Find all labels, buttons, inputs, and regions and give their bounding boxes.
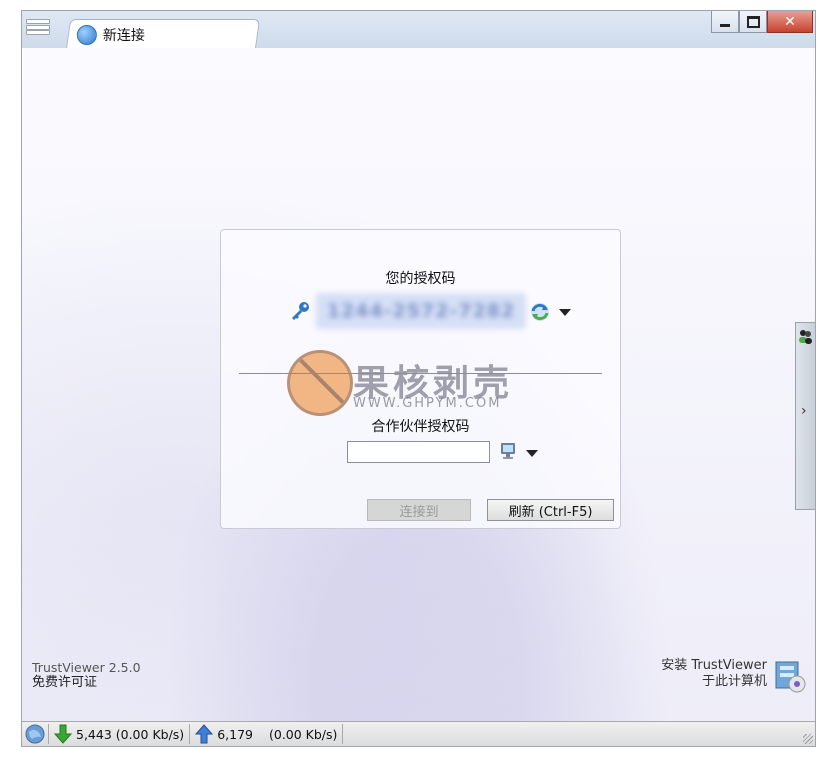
watermark: 果核剥壳 WWW.GHPYM.COM	[287, 350, 557, 420]
title-bar: 新连接 ✕	[22, 11, 815, 49]
menu-button[interactable]	[26, 17, 50, 37]
install-line-1: 安装 TrustViewer	[661, 658, 767, 673]
key-icon	[292, 302, 309, 320]
divider	[239, 373, 602, 374]
upload-stat: 6,179 (0.00 Kb/s)	[193, 724, 339, 744]
install-package-icon[interactable]	[773, 658, 807, 694]
close-button[interactable]: ✕	[767, 11, 813, 33]
version-info: TrustViewer 2.5.0 免费许可证	[32, 660, 141, 690]
status-separator	[342, 724, 344, 744]
minimize-button[interactable]	[711, 11, 739, 33]
connection-panel: 您的授权码 1244-2572-7282 果核剥壳 WWW.GHPYM.COM	[220, 229, 621, 529]
install-line-2: 于此计算机	[701, 674, 767, 689]
install-link[interactable]: 安装 TrustViewer 于此计算机	[661, 658, 767, 690]
minimize-icon	[720, 24, 730, 27]
license-label: 免费许可证	[32, 675, 98, 690]
menu-line	[26, 24, 50, 30]
auth-code-value: 1244-2572-7282	[316, 293, 526, 329]
download-stat: 5,443 (0.00 Kb/s)	[52, 724, 186, 744]
connect-button[interactable]: 连接到	[367, 499, 471, 521]
tab-new-connection[interactable]: 新连接	[65, 19, 261, 49]
maximize-button[interactable]	[739, 11, 767, 33]
tab-label: 新连接	[102, 27, 145, 44]
status-separator	[189, 724, 191, 744]
close-icon: ✕	[784, 13, 796, 30]
refresh-button[interactable]: 刷新 (Ctrl-F5)	[487, 499, 614, 521]
your-auth-code-label: 您的授权码	[385, 271, 456, 287]
window-controls: ✕	[711, 11, 813, 33]
chevron-right-icon: ›	[801, 403, 807, 419]
upload-count: 6,179	[217, 726, 253, 742]
contacts-icon	[799, 330, 812, 344]
partner-auth-code-label: 合作伙伴授权码	[371, 419, 470, 435]
computer-icon[interactable]	[499, 442, 517, 460]
refresh-icon[interactable]	[529, 301, 551, 323]
upload-arrow-icon	[195, 724, 214, 744]
status-separator	[48, 724, 49, 744]
upload-rate: (0.00 Kb/s)	[268, 726, 338, 742]
menu-line	[26, 19, 50, 24]
partner-dropdown-icon[interactable]	[526, 450, 538, 457]
download-value: 5,443 (0.00 Kb/s)	[76, 726, 185, 742]
watermark-logo	[287, 350, 353, 416]
download-arrow-icon	[54, 724, 72, 744]
watermark-url: WWW.GHPYM.COM	[353, 396, 502, 411]
auth-code-dropdown-icon[interactable]	[559, 309, 571, 316]
menu-line	[26, 30, 50, 35]
main-content: 您的授权码 1244-2572-7282 果核剥壳 WWW.GHPYM.COM	[22, 48, 815, 722]
version-label: TrustViewer 2.5.0	[32, 660, 141, 675]
partner-auth-code-input[interactable]	[347, 441, 490, 463]
maximize-icon	[746, 15, 760, 28]
side-panel-toggle[interactable]: ›	[795, 322, 815, 510]
globe-icon	[76, 24, 97, 45]
app-window: 新连接 ✕ 您的授权码 1244-2572-7282 果核剥壳 WWW.GHPY…	[21, 10, 816, 747]
network-globe-icon	[25, 724, 45, 744]
status-bar: 5,443 (0.00 Kb/s) 6,179 (0.00 Kb/s)	[22, 721, 815, 746]
resize-grip[interactable]	[803, 734, 813, 744]
